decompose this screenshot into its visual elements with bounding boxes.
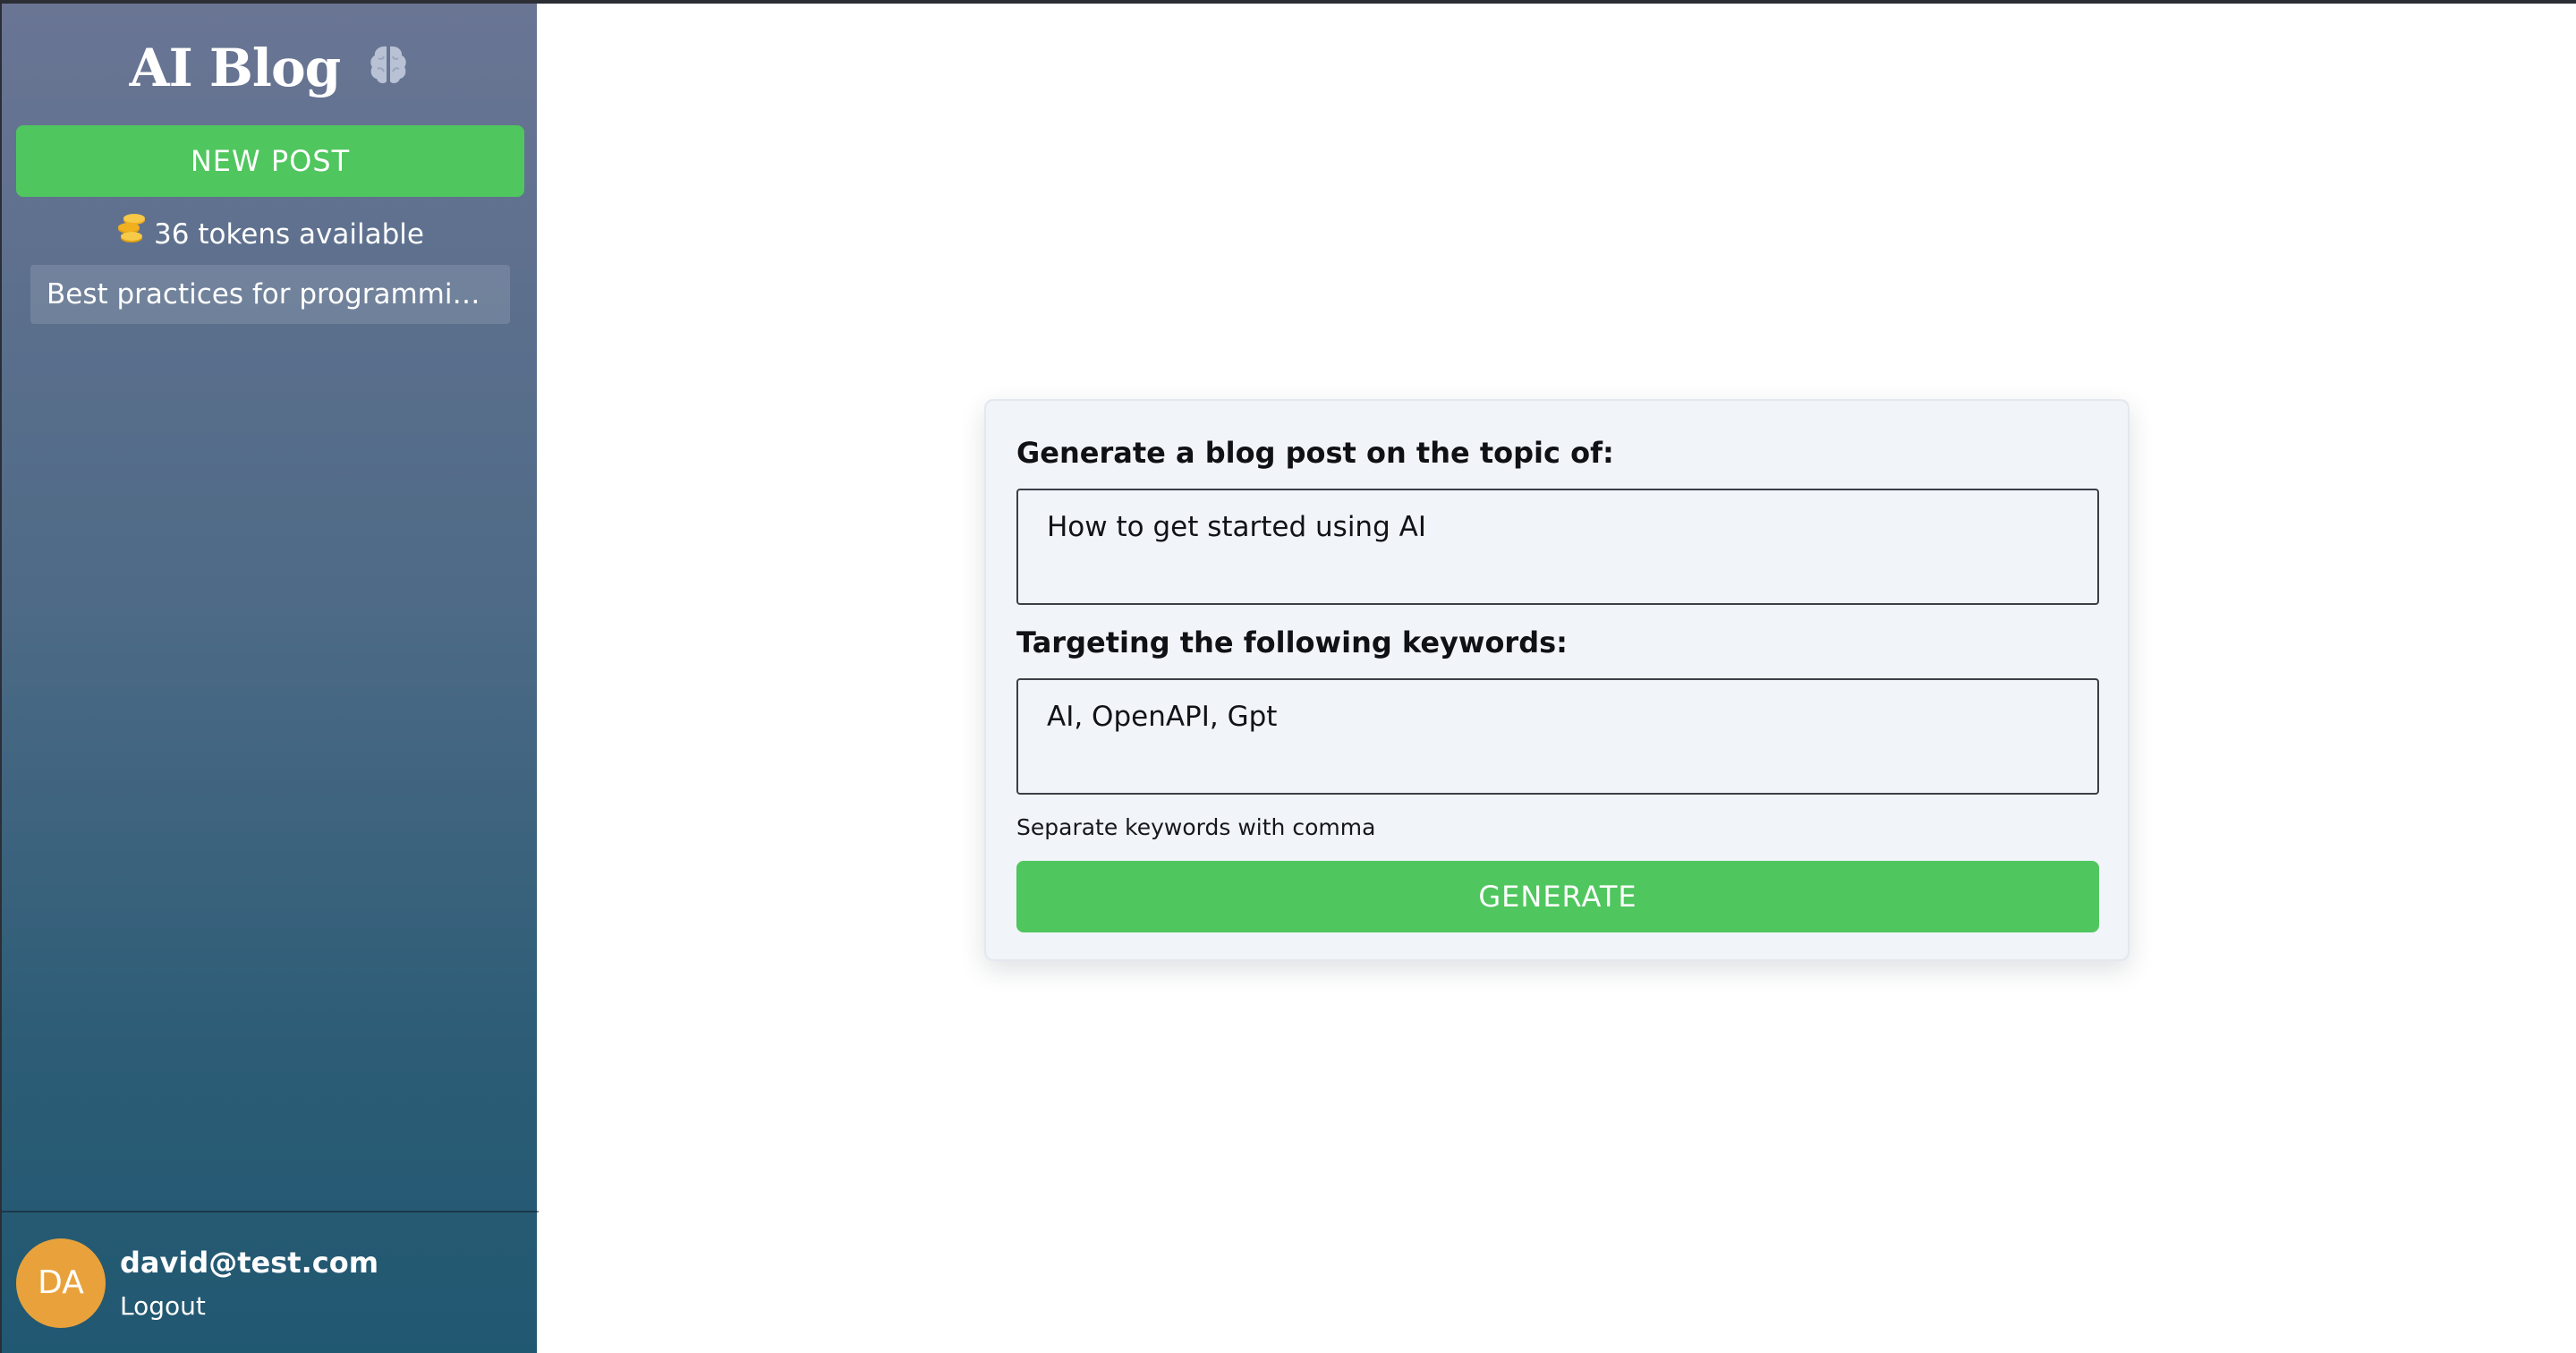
divider: [2, 1211, 539, 1213]
logout-link[interactable]: Logout: [120, 1289, 206, 1324]
logo-text: AI Blog: [129, 38, 342, 98]
user-email: david@test.com: [120, 1246, 379, 1280]
generate-button[interactable]: GENERATE: [1016, 861, 2099, 932]
app-logo[interactable]: AI Blog: [2, 34, 539, 103]
sidebar-post-item[interactable]: Best practices for programming ...: [30, 265, 510, 324]
tokens-text: 36 tokens available: [154, 218, 424, 251]
topic-input[interactable]: How to get started using AI: [1016, 489, 2099, 605]
avatar: DA: [16, 1238, 106, 1328]
keywords-hint: Separate keywords with comma: [1016, 814, 1376, 840]
sidebar: AI Blog NEW POST 36 tokens available Bes…: [0, 4, 539, 1353]
new-post-form: Generate a blog post on the topic of: Ho…: [984, 399, 2130, 961]
topic-label: Generate a blog post on the topic of:: [1016, 436, 1614, 470]
brain-icon: [366, 35, 411, 103]
coins-icon: [116, 213, 149, 254]
new-post-button[interactable]: NEW POST: [16, 125, 524, 197]
app-window: AI Blog NEW POST 36 tokens available Bes…: [0, 0, 2576, 1353]
keywords-label: Targeting the following keywords:: [1016, 625, 1568, 659]
keywords-input[interactable]: AI, OpenAPI, Gpt: [1016, 678, 2099, 795]
tokens-indicator[interactable]: 36 tokens available: [2, 213, 539, 254]
